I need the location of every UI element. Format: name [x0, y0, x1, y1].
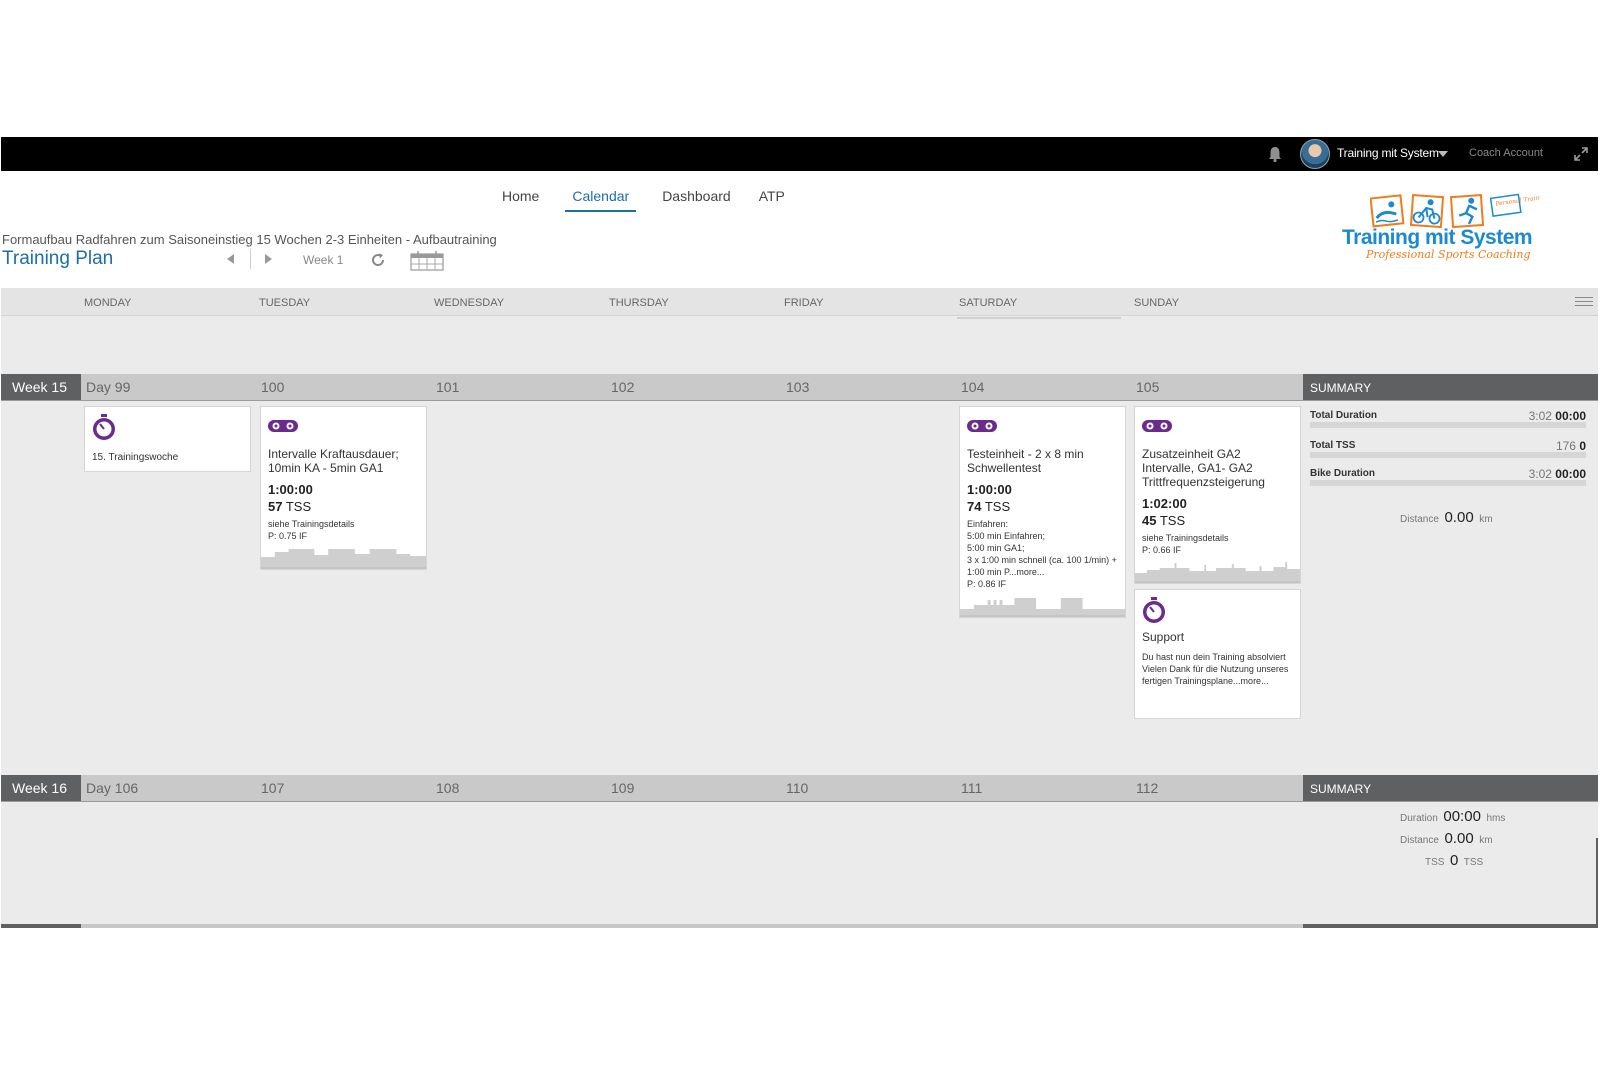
workout-profile-chart: [261, 549, 426, 569]
workout-card-sunday[interactable]: Zusatzeinheit GA2 Intervalle, GA1- GA2 T…: [1134, 406, 1301, 584]
day-number: 101: [436, 379, 460, 395]
next-week-button[interactable]: [265, 254, 272, 264]
stopwatch-icon: [93, 414, 115, 440]
user-menu[interactable]: Training mit System: [1337, 146, 1439, 160]
workout-title: 15. Trainingswoche: [92, 452, 179, 463]
workout-note: siehe Trainingsdetails P: 0.66 IF: [1142, 533, 1229, 555]
stopwatch-icon: [1143, 597, 1165, 623]
divider: [1, 801, 1598, 802]
workout-tss: 45 TSS: [1142, 513, 1186, 528]
day-number: 110: [786, 780, 809, 796]
progress-bar: [1310, 422, 1586, 428]
logo-brand-text: Training mit System: [1342, 226, 1533, 249]
weekday-sunday: SUNDAY: [1134, 297, 1180, 309]
week-16-header: Week 16 Day 106 107 108 109 110 111 112 …: [1, 775, 1598, 801]
day-number: 104: [961, 379, 985, 395]
weekday-header: MONDAY TUESDAY WEDNESDAY THURSDAY FRIDAY…: [1, 288, 1598, 316]
summary-distance: Distance 0.00 km: [1400, 509, 1493, 526]
bike-icon: [268, 420, 298, 432]
brand-logo: Personal Training Training mit System Pr…: [1340, 193, 1540, 265]
workout-note: Du hast nun dein Training absolviert Vie…: [1142, 652, 1289, 686]
summary-bike-duration: Bike Duration 3:02 00:00: [1310, 467, 1586, 496]
top-bar: Training mit System Coach Account: [1, 137, 1598, 171]
plan-subtitle: Formaufbau Radfahren zum Saisoneinstieg …: [2, 232, 497, 247]
nav-calendar[interactable]: Calendar: [565, 188, 637, 212]
day-number: 105: [1136, 379, 1160, 395]
workout-card-support[interactable]: Support Du hast nun dein Training absolv…: [1134, 589, 1301, 719]
workout-note: Einfahren: 5:00 min Einfahren; 5:00 min …: [967, 519, 1117, 589]
summary-header: SUMMARY: [1303, 374, 1598, 400]
week-label: Week 15: [1, 374, 81, 400]
day-number: 108: [436, 780, 460, 796]
page-title: Training Plan: [2, 248, 114, 269]
coach-account-label: Coach Account: [1469, 147, 1543, 159]
weekday-thursday: THURSDAY: [609, 297, 669, 309]
avatar[interactable]: [1300, 139, 1330, 169]
progress-bar: [1310, 480, 1586, 486]
calendar-icon[interactable]: [410, 251, 444, 271]
workout-duration: 1:00:00: [268, 482, 313, 497]
weekday-tuesday: TUESDAY: [259, 297, 311, 309]
week-15-header: Week 15 Day 99 100 101 102 103 104 105 S…: [1, 374, 1598, 400]
summary-total-duration: Total Duration 3:02 00:00: [1310, 409, 1586, 438]
workout-duration: 1:00:00: [967, 482, 1012, 497]
workout-tss: 74 TSS: [967, 499, 1011, 514]
calendar-footer-line: [1, 924, 1598, 928]
bell-icon[interactable]: [1266, 145, 1284, 163]
summary-tss: TSS 0 TSS: [1425, 852, 1484, 869]
main-nav: Home Calendar Dashboard ATP: [500, 188, 787, 212]
day-number: 107: [261, 780, 285, 796]
bike-icon: [1142, 420, 1172, 432]
summary-header: SUMMARY: [1303, 775, 1598, 801]
workout-note: siehe Trainingsdetails P: 0.75 IF: [268, 519, 355, 541]
day-number: 111: [961, 780, 983, 796]
scrollbar[interactable]: [1596, 838, 1598, 926]
chevron-down-icon[interactable]: [1438, 151, 1448, 157]
workout-tss: 57 TSS: [268, 499, 312, 514]
divider: [250, 249, 251, 269]
previous-week-card-edge: [957, 317, 1121, 319]
workout-profile-chart: [1135, 562, 1300, 583]
workout-profile-chart: [960, 598, 1125, 617]
weekday-friday: FRIDAY: [784, 297, 824, 309]
workout-title: Support: [1142, 630, 1185, 644]
hamburger-menu-icon[interactable]: [1575, 297, 1593, 307]
nav-atp[interactable]: ATP: [757, 188, 787, 212]
workout-card-monday[interactable]: 15. Trainingswoche: [84, 406, 251, 472]
refresh-icon[interactable]: [370, 252, 386, 268]
day-number: Day 99: [86, 379, 131, 395]
workout-card-saturday[interactable]: Testeinheit - 2 x 8 min Schwellentest 1:…: [959, 406, 1126, 618]
summary-total-tss: Total TSS 176 0: [1310, 439, 1586, 468]
day-number: Day 106: [86, 780, 139, 796]
app-root: Training mit System Coach Account Home C…: [0, 0, 1600, 1067]
previous-week-button[interactable]: [227, 254, 234, 264]
week-label: Week 16: [1, 775, 81, 801]
fullscreen-icon[interactable]: [1573, 146, 1589, 162]
divider: [1, 400, 1598, 401]
workout-title: Zusatzeinheit GA2 Intervalle, GA1- GA2 T…: [1142, 447, 1265, 489]
nav-home[interactable]: Home: [500, 188, 541, 212]
logo-tagline: Professional Sports Coaching: [1366, 248, 1531, 261]
nav-dashboard[interactable]: Dashboard: [660, 188, 733, 212]
weekday-saturday: SATURDAY: [959, 297, 1018, 309]
bike-icon: [967, 420, 997, 432]
day-number: 109: [611, 780, 635, 796]
sports-logo-icon: Personal Training: [1370, 193, 1540, 229]
day-number: 103: [786, 379, 810, 395]
workout-card-tuesday[interactable]: Intervalle Kraftausdauer; 10min KA - 5mi…: [260, 406, 427, 570]
workout-title: Testeinheit - 2 x 8 min Schwellentest: [967, 447, 1084, 475]
day-number: 102: [611, 379, 635, 395]
progress-bar: [1310, 452, 1586, 458]
workout-title: Intervalle Kraftausdauer; 10min KA - 5mi…: [268, 447, 399, 475]
summary-duration: Duration 00:00 hms: [1400, 808, 1506, 825]
weekday-wednesday: WEDNESDAY: [434, 297, 505, 309]
weekday-monday: MONDAY: [84, 297, 132, 309]
day-number: 100: [261, 379, 285, 395]
summary-distance: Distance 0.00 km: [1400, 830, 1493, 847]
week-selector[interactable]: Week 1: [303, 253, 343, 267]
day-number: 112: [1136, 780, 1159, 796]
calendar-grid: MONDAY TUESDAY WEDNESDAY THURSDAY FRIDAY…: [1, 288, 1598, 928]
workout-duration: 1:02:00: [1142, 496, 1187, 511]
